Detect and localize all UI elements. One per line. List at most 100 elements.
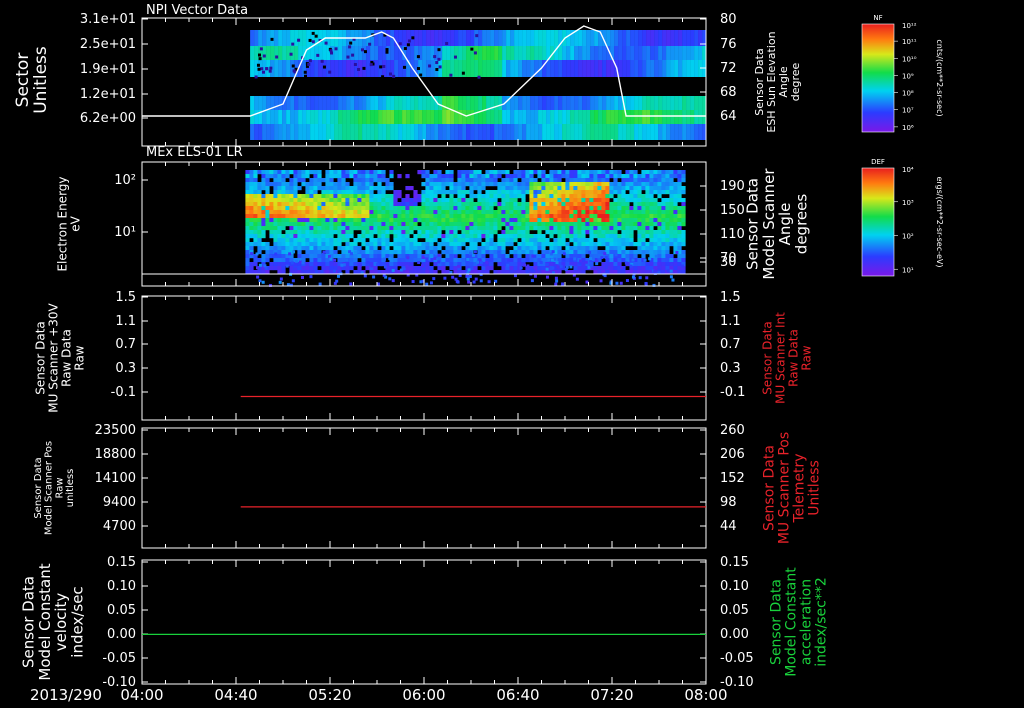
heatmap-cell xyxy=(317,214,322,219)
heatmap-cell xyxy=(402,124,407,140)
heatmap-cell xyxy=(425,230,430,235)
heatmap-cell xyxy=(357,178,362,183)
heatmap-cell xyxy=(641,206,646,211)
heatmap-cell xyxy=(370,110,375,124)
heatmap-cell xyxy=(569,258,574,263)
heatmap-cell xyxy=(429,234,434,239)
heatmap-cell xyxy=(390,124,395,140)
heatmap-cell xyxy=(650,96,655,110)
heatmap-cell xyxy=(261,174,266,179)
heatmap-cell xyxy=(413,194,418,199)
heatmap-cell xyxy=(405,214,410,219)
heatmap-cell xyxy=(574,110,579,124)
heatmap-cell xyxy=(257,214,262,219)
heatmap-cell xyxy=(641,246,646,251)
heatmap-cell xyxy=(529,206,534,211)
heatmap-cell xyxy=(509,266,514,271)
heatmap-cell xyxy=(498,60,503,77)
heatmap-cell xyxy=(590,110,595,124)
heatmap-cell xyxy=(497,170,502,175)
heatmap-cell xyxy=(257,222,262,227)
heatmap-cell xyxy=(601,194,606,199)
heatmap-cell xyxy=(278,60,283,77)
heatmap-cell xyxy=(502,30,507,46)
heatmap-cell xyxy=(438,124,443,140)
heatmap-cell xyxy=(509,174,514,179)
heatmap-cell xyxy=(393,262,398,267)
heatmap-cell xyxy=(334,110,339,124)
heatmap-cell xyxy=(374,60,379,77)
heatmap-cell xyxy=(593,230,598,235)
heatmap-cell xyxy=(593,210,598,215)
heatmap-cell xyxy=(677,222,682,227)
heatmap-cell xyxy=(630,60,635,77)
heatmap-cell xyxy=(513,226,518,231)
heatmap-cell xyxy=(529,218,534,223)
heatmap-cell xyxy=(449,218,454,223)
heatmap-speckle xyxy=(595,262,599,266)
heatmap-cell xyxy=(445,254,450,259)
heatmap-cell xyxy=(593,186,598,191)
heatmap-cell xyxy=(642,30,647,46)
heatmap-cell xyxy=(445,174,450,179)
heatmap-cell xyxy=(622,124,627,140)
heatmap-cell xyxy=(449,214,454,219)
heatmap-cell xyxy=(553,210,558,215)
time-tick-label: 06:40 xyxy=(496,686,539,704)
heatmap-cell xyxy=(605,218,610,223)
heatmap-speckle xyxy=(349,282,353,286)
time-tick-label: 06:00 xyxy=(402,686,445,704)
heatmap-cell xyxy=(378,110,383,124)
heatmap-cell xyxy=(506,110,511,124)
heatmap-cell xyxy=(677,190,682,195)
heatmap-cell xyxy=(465,238,470,243)
heatmap-cell xyxy=(666,46,671,60)
heatmap-cell xyxy=(558,124,563,140)
heatmap-cell xyxy=(429,238,434,243)
heatmap-cell xyxy=(681,218,686,223)
heatmap-cell xyxy=(393,190,398,195)
heatmap-cell xyxy=(377,226,382,231)
heatmap-cell xyxy=(414,110,419,124)
heatmap-cell xyxy=(557,246,562,251)
heatmap-cell xyxy=(533,242,538,247)
heatmap-cell xyxy=(281,262,286,267)
heatmap-cell xyxy=(569,234,574,239)
heatmap-cell xyxy=(557,214,562,219)
heatmap-cell xyxy=(341,218,346,223)
axis-label-line: Telemetry xyxy=(792,453,808,523)
heatmap-cell xyxy=(545,242,550,247)
heatmap-cell xyxy=(349,222,354,227)
heatmap-cell xyxy=(385,238,390,243)
heatmap-cell xyxy=(429,250,434,255)
heatmap-cell xyxy=(277,202,282,207)
heatmap-cell xyxy=(437,214,442,219)
heatmap-cell xyxy=(441,222,446,227)
heatmap-cell xyxy=(465,262,470,267)
heatmap-cell xyxy=(493,250,498,255)
heatmap-cell xyxy=(409,238,414,243)
y-tick-label-right: 44 xyxy=(720,519,737,534)
heatmap-cell xyxy=(505,230,510,235)
heatmap-cell xyxy=(257,218,262,223)
y-tick-label-right: 190 xyxy=(720,179,745,194)
heatmap-cell xyxy=(637,182,642,187)
heatmap-cell xyxy=(349,170,354,175)
heatmap-cell xyxy=(413,198,418,203)
heatmap-cell xyxy=(378,96,383,110)
heatmap-cell xyxy=(594,30,599,46)
heatmap-cell xyxy=(421,202,426,207)
heatmap-cell xyxy=(337,242,342,247)
heatmap-cell xyxy=(394,110,399,124)
heatmap-cell xyxy=(642,96,647,110)
heatmap-cell xyxy=(485,202,490,207)
heatmap-speckle xyxy=(382,64,386,68)
heatmap-cell xyxy=(245,186,250,191)
heatmap-cell xyxy=(653,218,658,223)
heatmap-cell xyxy=(381,194,386,199)
heatmap-cell xyxy=(249,186,254,191)
heatmap-speckle xyxy=(465,274,469,278)
heatmap-cell xyxy=(397,234,402,239)
heatmap-cell xyxy=(297,210,302,215)
heatmap-cell xyxy=(657,170,662,175)
